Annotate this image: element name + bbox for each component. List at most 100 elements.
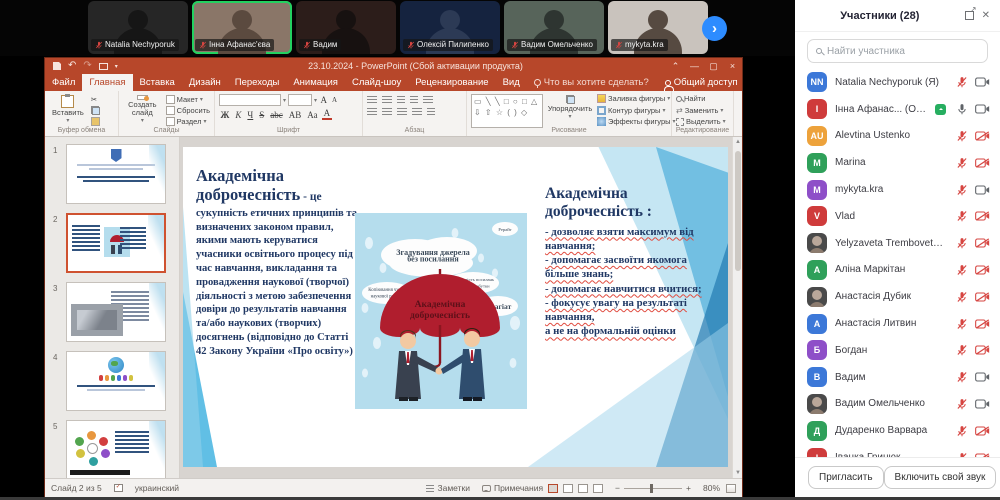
participant-row[interactable]: Yelyzaveta Trembovetska bbox=[795, 230, 1000, 257]
tab-дизайн[interactable]: Дизайн bbox=[182, 74, 228, 91]
zoom-level[interactable]: 80% bbox=[703, 483, 720, 493]
start-slideshow-icon[interactable] bbox=[99, 63, 108, 70]
participant-row[interactable]: MMarina bbox=[795, 149, 1000, 176]
tab-рецензирование[interactable]: Рецензирование bbox=[408, 74, 495, 91]
slide-thumbnail-3[interactable] bbox=[66, 282, 166, 342]
camera-off-icon[interactable] bbox=[975, 264, 990, 276]
notes-toggle[interactable]: Заметки bbox=[426, 483, 470, 493]
format-painter-button[interactable] bbox=[91, 117, 100, 126]
camera-off-icon[interactable] bbox=[975, 157, 990, 169]
layout-button[interactable]: Макет▾ bbox=[166, 95, 210, 104]
shapes-gallery[interactable]: ▭ ╲ ╲ □ ○ □ △ ⇩ ⇧ ☆ ( ) ◇ bbox=[471, 94, 543, 128]
participant-row[interactable]: AАнастасія Литвин bbox=[795, 310, 1000, 337]
zoom-slider[interactable] bbox=[624, 488, 682, 489]
mic-muted-icon[interactable] bbox=[956, 76, 968, 88]
scrollbar-thumb[interactable] bbox=[735, 151, 741, 271]
minimize-button[interactable]: — bbox=[685, 58, 704, 74]
restore-button[interactable]: ▢ bbox=[704, 58, 723, 74]
select-button[interactable]: Выделить▾ bbox=[676, 117, 726, 126]
decrease-indent-icon[interactable] bbox=[397, 96, 405, 104]
camera-off-icon[interactable] bbox=[975, 291, 990, 303]
slide-sorter-view-icon[interactable] bbox=[563, 484, 573, 493]
shape-outline-button[interactable]: Контур фигуры▾ bbox=[597, 106, 667, 115]
tell-me-box[interactable]: Что вы хотите сделать? bbox=[527, 74, 656, 91]
increase-font-icon[interactable]: А bbox=[319, 95, 329, 105]
increase-indent-icon[interactable] bbox=[410, 96, 418, 104]
font-style-button[interactable]: Ч bbox=[246, 110, 255, 120]
align-center-icon[interactable] bbox=[382, 108, 392, 116]
mic-muted-icon[interactable] bbox=[615, 41, 623, 49]
zoom-out-button[interactable]: − bbox=[615, 483, 620, 493]
font-style-button[interactable]: abc bbox=[269, 110, 285, 120]
camera-off-icon[interactable] bbox=[975, 210, 990, 222]
next-participants-arrow-button[interactable]: › bbox=[702, 16, 727, 41]
mic-muted-icon[interactable] bbox=[956, 291, 968, 303]
new-slide-button[interactable]: Создать слайд▾ bbox=[123, 94, 162, 126]
video-tile[interactable]: Вадим Омельченко bbox=[504, 1, 604, 54]
mic-muted-icon[interactable] bbox=[956, 371, 968, 383]
mic-on-icon[interactable] bbox=[956, 103, 968, 115]
qat-customize-icon[interactable]: ▾ bbox=[115, 63, 118, 70]
language-indicator[interactable]: украинский bbox=[135, 483, 179, 493]
font-name-box[interactable] bbox=[219, 94, 281, 106]
bullets-icon[interactable] bbox=[367, 96, 377, 104]
participant-row[interactable]: Mmykyta.kra bbox=[795, 176, 1000, 203]
ribbon-options-icon[interactable]: ⌃ bbox=[666, 58, 685, 74]
camera-on-icon[interactable] bbox=[975, 103, 990, 115]
section-button[interactable]: Раздел▾ bbox=[166, 117, 210, 126]
justify-icon[interactable] bbox=[412, 108, 422, 116]
reset-button[interactable]: Сбросить bbox=[166, 106, 210, 115]
participant-row[interactable]: NNNatalia Nechyporuk (Я) bbox=[795, 69, 1000, 96]
popout-icon[interactable] bbox=[965, 11, 974, 20]
mic-muted-icon[interactable] bbox=[956, 237, 968, 249]
align-left-icon[interactable] bbox=[367, 108, 377, 116]
cut-button[interactable]: ✂ bbox=[91, 95, 100, 104]
slide-canvas[interactable]: Академічна доброчесність - це сукупність… bbox=[183, 147, 728, 467]
camera-off-icon[interactable] bbox=[975, 425, 990, 437]
mic-muted-icon[interactable] bbox=[956, 157, 968, 169]
mic-muted-icon[interactable] bbox=[956, 184, 968, 196]
close-button[interactable]: × bbox=[723, 58, 742, 74]
video-tile[interactable]: Natalia Nechyporuk bbox=[88, 1, 188, 54]
decrease-font-icon[interactable]: А bbox=[331, 96, 339, 104]
mic-muted-icon[interactable] bbox=[511, 41, 519, 49]
font-style-button[interactable]: К bbox=[234, 110, 243, 120]
mic-muted-icon[interactable] bbox=[956, 264, 968, 276]
zoom-slider-thumb[interactable] bbox=[650, 484, 653, 493]
mic-muted-icon[interactable] bbox=[199, 41, 207, 49]
font-style-button[interactable]: S bbox=[258, 110, 266, 120]
video-tile[interactable]: Інна Афанас'єва bbox=[192, 1, 292, 54]
camera-on-icon[interactable] bbox=[975, 398, 990, 410]
mic-muted-icon[interactable] bbox=[407, 41, 415, 49]
comments-toggle[interactable]: Примечания bbox=[482, 483, 543, 493]
mic-muted-icon[interactable] bbox=[956, 344, 968, 356]
camera-off-icon[interactable] bbox=[975, 130, 990, 142]
tab-переходы[interactable]: Переходы bbox=[228, 74, 287, 91]
copy-button[interactable] bbox=[91, 106, 100, 115]
font-style-button[interactable]: АВ bbox=[287, 110, 303, 120]
unmute-button[interactable]: Включить свой звук bbox=[884, 466, 997, 489]
shape-effects-button[interactable]: Эффекты фигуры▾ bbox=[597, 117, 667, 126]
scroll-down-icon[interactable]: ▼ bbox=[733, 468, 743, 478]
search-input[interactable] bbox=[827, 46, 979, 57]
mic-muted-icon[interactable] bbox=[95, 41, 103, 49]
arrange-button[interactable]: Упорядочить▾ bbox=[547, 94, 593, 126]
paste-button[interactable]: Вставить▾ bbox=[49, 94, 87, 126]
save-icon[interactable] bbox=[53, 62, 61, 70]
scroll-up-icon[interactable]: ▲ bbox=[733, 137, 743, 147]
mic-muted-icon[interactable] bbox=[956, 398, 968, 410]
tab-вставка[interactable]: Вставка bbox=[133, 74, 182, 91]
normal-view-icon[interactable] bbox=[548, 484, 558, 493]
participant-row[interactable]: ІІванка Гринюк bbox=[795, 444, 1000, 457]
tab-файл[interactable]: Файл bbox=[45, 74, 82, 91]
participant-row[interactable]: Вадим Омельченко bbox=[795, 391, 1000, 418]
redo-icon[interactable]: ↷ bbox=[83, 61, 91, 71]
camera-off-icon[interactable] bbox=[975, 237, 990, 249]
spellcheck-icon[interactable] bbox=[114, 484, 123, 492]
replace-button[interactable]: ⇄Заменить▾ bbox=[676, 106, 726, 115]
camera-off-icon[interactable] bbox=[975, 344, 990, 356]
participant-row[interactable]: IІнна Афанас... (Организатор) bbox=[795, 96, 1000, 123]
slide-thumbnail-5[interactable] bbox=[66, 420, 166, 478]
line-spacing-icon[interactable] bbox=[423, 96, 433, 104]
slideshow-view-icon[interactable] bbox=[593, 484, 603, 493]
